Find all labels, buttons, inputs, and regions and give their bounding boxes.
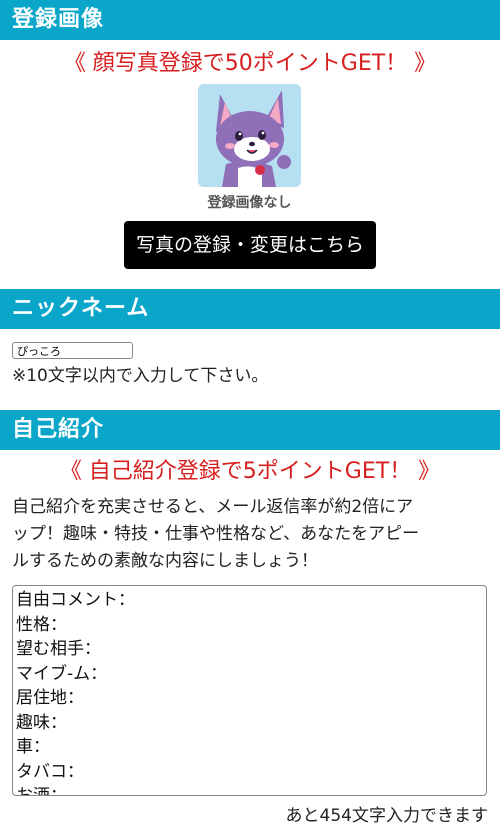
intro-promo-text: 《 自己紹介登録で5ポイントGET！ 》 [59,459,441,484]
intro-description-line: ルするための素敵な内容にしましょう！ [12,551,318,571]
section-header-nickname: ニックネーム [0,289,500,329]
character-counter: あと454文字入力できます [285,806,488,826]
nickname-input[interactable] [12,342,133,359]
section-header-intro: 自己紹介 [0,410,500,450]
section-header-photo: 登録画像 [0,0,500,40]
textarea-line-desired-partner: 望む相手： [16,639,101,659]
avatar[interactable]: 登録画像なし [198,84,301,212]
intro-description: 自己紹介を充実させると、メール返信率が約2倍にア ップ！趣味・特技・仕事や性格な… [12,494,492,575]
textarea-line-free-comment: 自由コメント： [16,590,135,610]
textarea-line-hobby: 趣味： [16,712,67,733]
photo-promo-text: 《 顔写真登録で50ポイントGET！ 》 [63,51,437,76]
intro-textarea[interactable]: 自由コメント： 性格： 望む相手： マイブ-ム： 居住地： 趣味： 車： タバコ… [12,585,487,796]
avatar-caption: 登録画像なし [207,195,292,211]
textarea-line-alcohol: お酒： [16,786,67,796]
intro-description-line: 自己紹介を充実させると、メール返信率が約2倍にア [12,497,414,517]
textarea-line-residence: 居住地： [16,688,84,708]
purple-cat-mascot-icon [198,84,301,187]
nickname-note: ※10文字以内で入力して下さい。 [12,366,269,386]
textarea-line-tobacco: タバコ： [16,761,84,782]
photo-register-button[interactable]: 写真の登録・変更はこちら [124,221,376,269]
textarea-line-personality: 性格： [16,614,67,635]
textarea-line-my-boom: マイブ-ム： [16,663,108,684]
intro-description-line: ップ！趣味・特技・仕事や性格など、あなたをアピー [12,524,420,544]
textarea-line-car: 車： [16,737,50,757]
